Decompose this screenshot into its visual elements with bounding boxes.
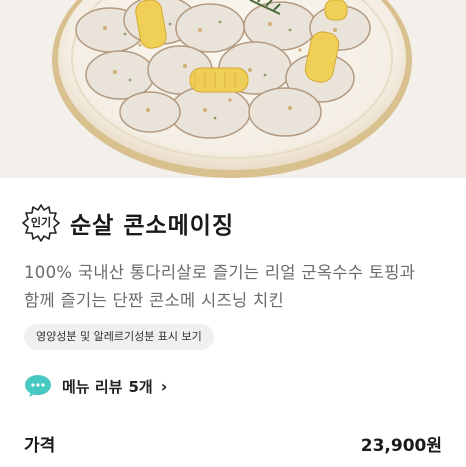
review-label: 메뉴 리뷰 [62, 377, 123, 396]
chevron-right-icon: › [160, 376, 168, 396]
description-line-1: 100% 국내산 통다리살로 즐기는 리얼 군옥수수 토핑과 [24, 263, 416, 282]
price-label: 가격 [24, 435, 56, 456]
popular-badge: 인기 [22, 204, 60, 242]
popular-badge-label: 인기 [30, 216, 52, 229]
product-title-row: 인기 순살 콘소메이징 [22, 204, 234, 242]
price-row: 가격 23,900원 [24, 430, 442, 456]
nutrition-allergen-button[interactable]: 영양성분 및 알레르기성분 표시 보기 [24, 324, 214, 350]
description-line-2: 함께 즐기는 단짠 콘소메 시즈닝 치킨 [24, 291, 284, 310]
chat-bubble-icon [25, 375, 51, 397]
menu-review-link[interactable]: 메뉴 리뷰 5개 › [24, 372, 167, 400]
review-count: 5개 [128, 377, 153, 396]
chicken-plate-illustration [52, 0, 412, 178]
product-image [0, 0, 466, 178]
price-value: 23,900원 [360, 435, 442, 456]
product-description: 100% 국내산 통다리살로 즐기는 리얼 군옥수수 토핑과 함께 즐기는 단짠… [24, 259, 454, 315]
product-title: 순살 콘소메이징 [70, 213, 235, 239]
